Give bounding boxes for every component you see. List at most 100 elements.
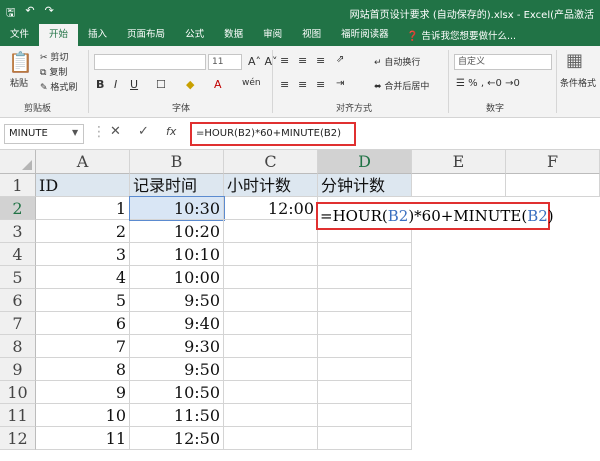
row-header[interactable]: 2 <box>0 197 36 220</box>
cell-b8[interactable]: 9:30 <box>130 335 224 358</box>
cell-d5[interactable] <box>318 266 412 289</box>
column-header-d[interactable]: D <box>318 150 412 174</box>
tab-review[interactable]: 审阅 <box>253 24 292 46</box>
cell-c4[interactable] <box>224 243 318 266</box>
cell-c9[interactable] <box>224 358 318 381</box>
formula-input[interactable]: =HOUR(B2)*60+MINUTE(B2) <box>190 122 356 146</box>
row-header[interactable]: 6 <box>0 289 36 312</box>
phonetic-button[interactable]: wén <box>242 78 261 88</box>
tab-data[interactable]: 数据 <box>214 24 253 46</box>
redo-icon[interactable]: ↷ <box>45 4 54 23</box>
underline-button[interactable]: U <box>130 78 138 91</box>
cell-a2[interactable]: 1 <box>36 197 130 220</box>
row-header[interactable]: 11 <box>0 404 36 427</box>
font-name-select[interactable] <box>94 54 206 70</box>
cell-b1[interactable]: 记录时间 <box>130 174 224 197</box>
row-header[interactable]: 8 <box>0 335 36 358</box>
tab-view[interactable]: 视图 <box>292 24 331 46</box>
number-format-select[interactable]: 自定义 <box>454 54 552 70</box>
tab-foxit-reader[interactable]: 福昕阅读器 <box>331 24 399 46</box>
cell-b6[interactable]: 9:50 <box>130 289 224 312</box>
number-format-buttons[interactable]: ☰ % , ←0 →0 <box>456 78 520 89</box>
cell-c1[interactable]: 小时计数 <box>224 174 318 197</box>
cell-a6[interactable]: 5 <box>36 289 130 312</box>
font-color-button[interactable]: A <box>214 78 222 91</box>
cell-b11[interactable]: 11:50 <box>130 404 224 427</box>
cell-c12[interactable] <box>224 427 318 450</box>
cell-a8[interactable]: 7 <box>36 335 130 358</box>
cell-b4[interactable]: 10:10 <box>130 243 224 266</box>
column-header-f[interactable]: F <box>506 150 600 174</box>
align-right-icon[interactable]: ≡ <box>316 78 325 91</box>
cell-a4[interactable]: 3 <box>36 243 130 266</box>
tab-formulas[interactable]: 公式 <box>175 24 214 46</box>
save-icon[interactable]: 🖫 <box>6 4 15 23</box>
tab-insert[interactable]: 插入 <box>78 24 117 46</box>
cell-c3[interactable] <box>224 220 318 243</box>
cell-d12[interactable] <box>318 427 412 450</box>
cell-c7[interactable] <box>224 312 318 335</box>
cell-c5[interactable] <box>224 266 318 289</box>
enter-icon[interactable]: ✓ <box>138 124 149 139</box>
row-header[interactable]: 12 <box>0 427 36 450</box>
cell-b10[interactable]: 10:50 <box>130 381 224 404</box>
conditional-format-button[interactable]: 条件格式 <box>560 76 596 89</box>
cell-e1[interactable] <box>412 174 506 197</box>
cell-b7[interactable]: 9:40 <box>130 312 224 335</box>
align-bottom-icon[interactable]: ≡ <box>316 54 325 67</box>
cancel-icon[interactable]: ✕ <box>110 124 121 139</box>
tell-me-box[interactable]: ❓ 告诉我您想要做什么... <box>407 28 516 42</box>
cell-f1[interactable] <box>506 174 600 197</box>
column-header-a[interactable]: A <box>36 150 130 174</box>
italic-button[interactable]: I <box>114 78 117 91</box>
cell-c6[interactable] <box>224 289 318 312</box>
column-header-e[interactable]: E <box>412 150 506 174</box>
cell-b12[interactable]: 12:50 <box>130 427 224 450</box>
row-header[interactable]: 10 <box>0 381 36 404</box>
row-header[interactable]: 5 <box>0 266 36 289</box>
indent-icon[interactable]: ⇥ <box>336 78 344 89</box>
row-header[interactable]: 9 <box>0 358 36 381</box>
cell-c10[interactable] <box>224 381 318 404</box>
cell-d9[interactable] <box>318 358 412 381</box>
column-header-c[interactable]: C <box>224 150 318 174</box>
cell-d4[interactable] <box>318 243 412 266</box>
border-button[interactable]: ☐ <box>156 78 166 91</box>
cell-a7[interactable]: 6 <box>36 312 130 335</box>
cell-b5[interactable]: 10:00 <box>130 266 224 289</box>
column-header-b[interactable]: B <box>130 150 224 174</box>
insert-function-icon[interactable]: fx <box>166 125 176 138</box>
tab-home[interactable]: 开始 <box>39 24 79 46</box>
cell-c11[interactable] <box>224 404 318 427</box>
cell-c2[interactable]: 12:00 <box>224 197 318 220</box>
cut-button[interactable]: ✂ 剪切 <box>40 50 68 63</box>
cell-b2[interactable]: 10:30 <box>129 196 225 221</box>
cell-c8[interactable] <box>224 335 318 358</box>
format-painter-button[interactable]: ✎ 格式刷 <box>40 80 77 93</box>
copy-button[interactable]: ⧉ 复制 <box>40 65 67 78</box>
cell-a5[interactable]: 4 <box>36 266 130 289</box>
tab-file[interactable]: 文件 <box>0 24 39 46</box>
cell-d1[interactable]: 分钟计数 <box>318 174 412 197</box>
cell-d10[interactable] <box>318 381 412 404</box>
font-size-grow-button[interactable]: A˄ A˅ <box>248 55 278 68</box>
cell-a11[interactable]: 10 <box>36 404 130 427</box>
cell-a12[interactable]: 11 <box>36 427 130 450</box>
wrap-text-button[interactable]: ↵ 自动换行 <box>374 55 420 68</box>
row-header[interactable]: 3 <box>0 220 36 243</box>
cell-d7[interactable] <box>318 312 412 335</box>
bold-button[interactable]: B <box>96 78 104 91</box>
row-header[interactable]: 4 <box>0 243 36 266</box>
align-center-icon[interactable]: ≡ <box>298 78 307 91</box>
row-header[interactable]: 1 <box>0 174 36 197</box>
fill-color-button[interactable]: ◆ <box>186 78 194 91</box>
cell-b3[interactable]: 10:20 <box>130 220 224 243</box>
align-middle-icon[interactable]: ≡ <box>298 54 307 67</box>
cell-a3[interactable]: 2 <box>36 220 130 243</box>
orientation-icon[interactable]: ⇗ <box>336 54 344 65</box>
font-size-select[interactable]: 11 <box>208 54 242 70</box>
align-left-icon[interactable]: ≡ <box>280 78 289 91</box>
paste-icon[interactable]: 📋 <box>8 50 33 74</box>
merge-center-button[interactable]: ⬌ 合并后居中 <box>374 79 429 92</box>
undo-icon[interactable]: ↶ <box>25 4 34 23</box>
